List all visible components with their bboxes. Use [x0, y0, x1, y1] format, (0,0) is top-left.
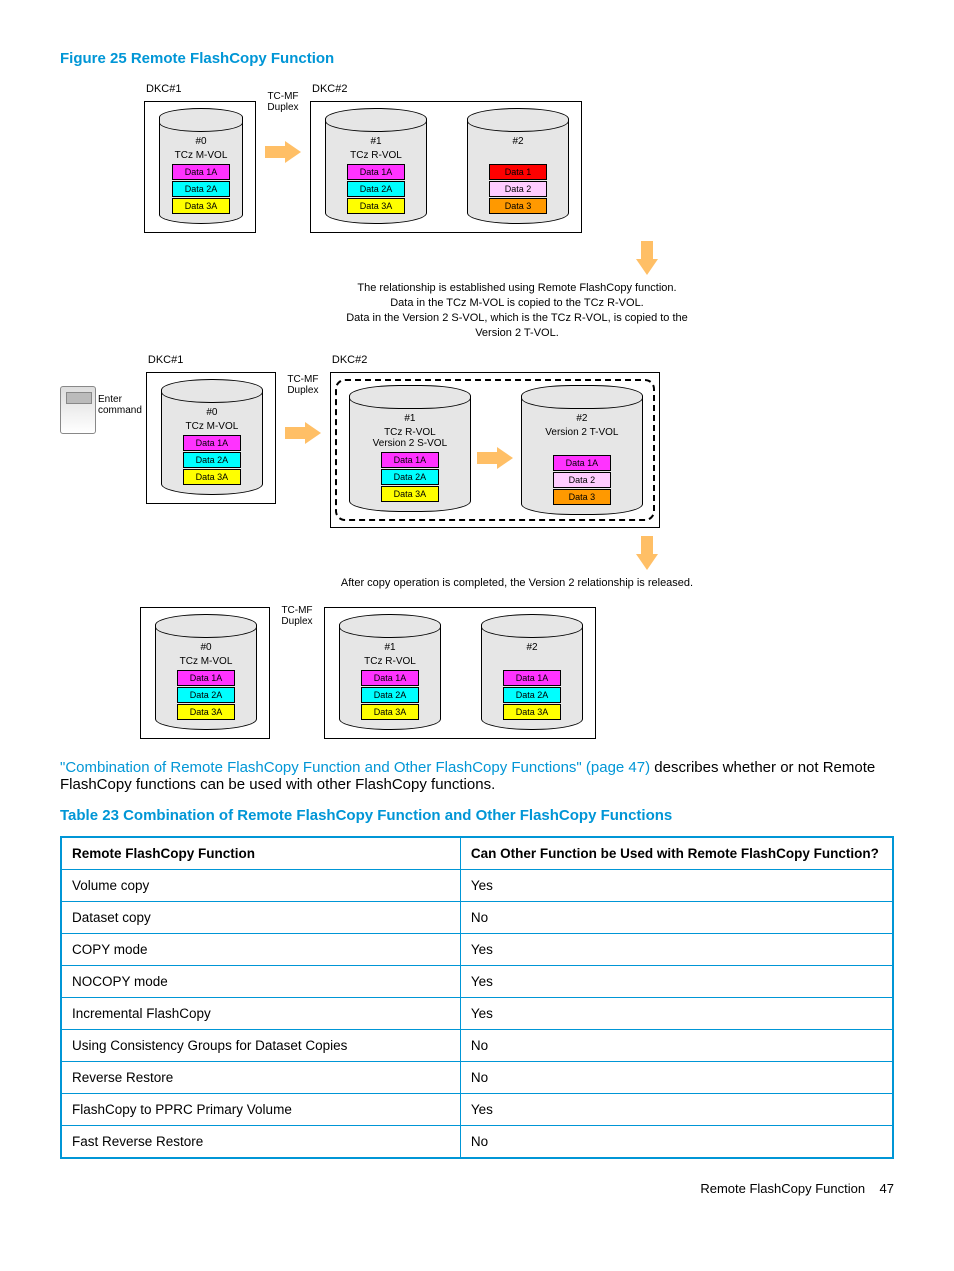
table-cell-function: Reverse Restore — [61, 1062, 460, 1094]
enter-command-label: Enter command — [98, 394, 142, 416]
arrow-down-icon — [636, 536, 658, 570]
body-paragraph: "Combination of Remote FlashCopy Functio… — [60, 759, 894, 793]
table-cell-function: COPY mode — [61, 934, 460, 966]
table-cell-function: NOCOPY mode — [61, 966, 460, 998]
cyl-0-a: #0 TCz M-VOL Data 1A Data 2A Data 3A — [159, 108, 241, 224]
figure-diagram: DKC#1 #0 TCz M-VOL Data 1A Data 2A Data … — [140, 79, 894, 745]
table-row: Fast Reverse RestoreNo — [61, 1126, 893, 1159]
table-cell-value: Yes — [460, 1094, 893, 1126]
cyl-0-c: #0 TCz M-VOL Data 1A Data 2A Data 3A — [155, 614, 255, 730]
tcmf-duplex-c: TC-MF Duplex — [274, 605, 320, 627]
figure-title: Figure 25 Remote FlashCopy Function — [60, 50, 894, 67]
cross-ref-link[interactable]: "Combination of Remote FlashCopy Functio… — [60, 759, 650, 776]
table-cell-value: Yes — [460, 934, 893, 966]
footer-page: 47 — [880, 1181, 894, 1196]
host-server-icon — [60, 386, 96, 434]
table-cell-value: No — [460, 1062, 893, 1094]
table-row: COPY modeYes — [61, 934, 893, 966]
table-cell-function: Volume copy — [61, 870, 460, 902]
table-row: Incremental FlashCopyYes — [61, 998, 893, 1030]
table-row: Volume copyYes — [61, 870, 893, 902]
table-row: FlashCopy to PPRC Primary VolumeYes — [61, 1094, 893, 1126]
tcmf-duplex-b: TC-MF Duplex — [280, 374, 326, 396]
figure-desc-1: The relationship is established using Re… — [140, 281, 894, 340]
dkc1-label-a: DKC#1 — [146, 83, 260, 95]
tcmf-duplex-a: TC-MF Duplex — [260, 91, 306, 113]
table-header-usable: Can Other Function be Used with Remote F… — [460, 837, 893, 870]
table-cell-function: Fast Reverse Restore — [61, 1126, 460, 1159]
combination-table: Remote FlashCopy Function Can Other Func… — [60, 836, 894, 1159]
version2-relationship-group: #1 TCz R-VOL Version 2 S-VOL Data 1A Dat… — [335, 379, 655, 521]
table-cell-function: Incremental FlashCopy — [61, 998, 460, 1030]
figure-desc-2: After copy operation is completed, the V… — [140, 576, 894, 591]
page-footer: Remote FlashCopy Function 47 — [60, 1181, 894, 1196]
arrow-down-icon — [636, 241, 658, 275]
table-row: NOCOPY modeYes — [61, 966, 893, 998]
table-cell-value: Yes — [460, 966, 893, 998]
arrow-right-icon — [265, 141, 301, 163]
footer-section: Remote FlashCopy Function — [700, 1181, 865, 1196]
dkc2-label-a: DKC#2 — [312, 83, 586, 95]
table-header-function: Remote FlashCopy Function — [61, 837, 460, 870]
cyl-1-b: #1 TCz R-VOL Version 2 S-VOL Data 1A Dat… — [349, 385, 469, 512]
table-row: Using Consistency Groups for Dataset Cop… — [61, 1030, 893, 1062]
arrow-right-icon — [285, 422, 321, 444]
table-row: Reverse RestoreNo — [61, 1062, 893, 1094]
table-title: Table 23 Combination of Remote FlashCopy… — [60, 807, 894, 824]
table-cell-value: No — [460, 1030, 893, 1062]
cyl-0-b: #0 TCz M-VOL Data 1A Data 2A Data 3A — [161, 379, 261, 495]
cyl-2-c: #2 Data 1A Data 2A Data 3A — [481, 614, 581, 730]
cyl-1-a: #1 TCz R-VOL Data 1A Data 2A Data 3A — [325, 108, 425, 224]
table-cell-function: FlashCopy to PPRC Primary Volume — [61, 1094, 460, 1126]
dkc1-label-b: DKC#1 — [148, 354, 280, 366]
table-cell-value: Yes — [460, 870, 893, 902]
arrow-right-icon — [477, 447, 513, 469]
table-cell-value: No — [460, 902, 893, 934]
table-row: Dataset copyNo — [61, 902, 893, 934]
table-cell-function: Dataset copy — [61, 902, 460, 934]
cyl-1-c: #1 TCz R-VOL Data 1A Data 2A Data 3A — [339, 614, 439, 730]
cyl-2-a: #2 Data 1 Data 2 Data 3 — [467, 108, 567, 224]
cyl-2-b: #2 Version 2 T-VOL Data 1A Data 2 Data 3 — [521, 385, 641, 515]
table-cell-function: Using Consistency Groups for Dataset Cop… — [61, 1030, 460, 1062]
dkc2-label-b: DKC#2 — [332, 354, 664, 366]
table-cell-value: Yes — [460, 998, 893, 1030]
table-cell-value: No — [460, 1126, 893, 1159]
